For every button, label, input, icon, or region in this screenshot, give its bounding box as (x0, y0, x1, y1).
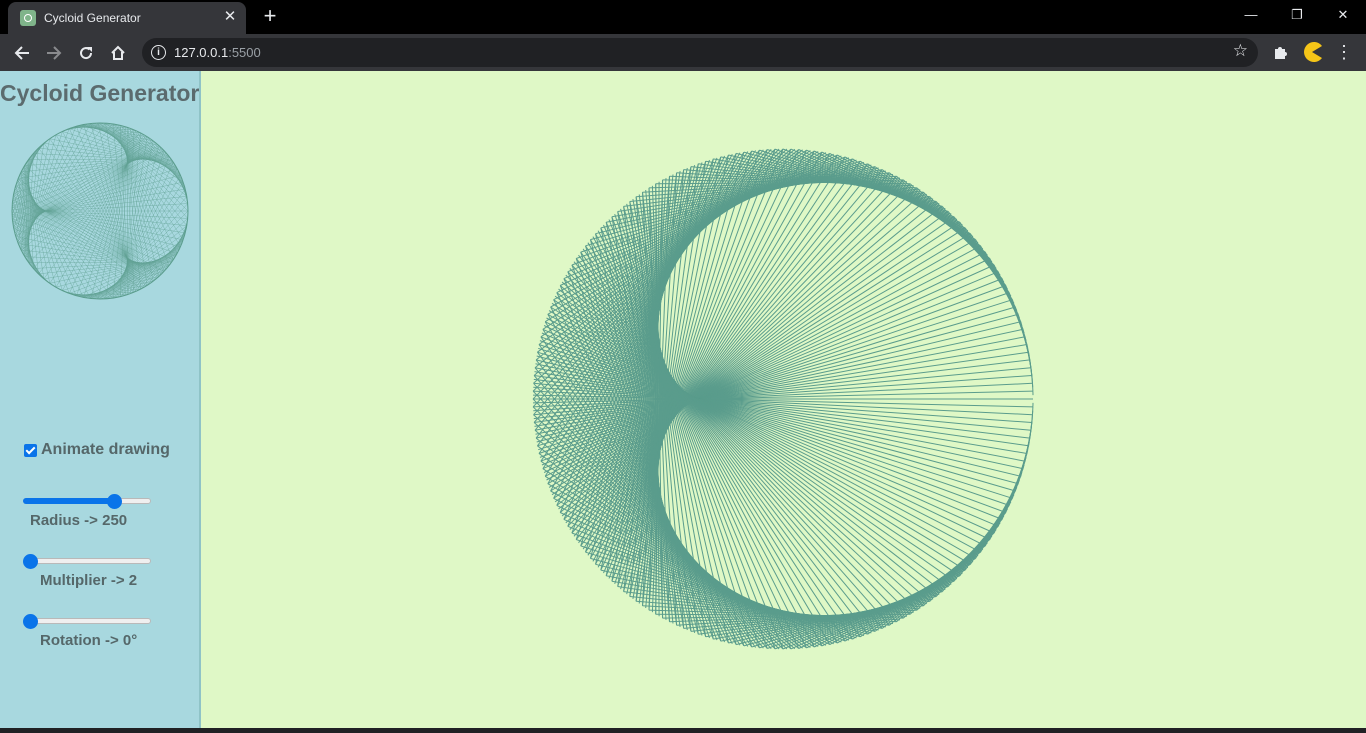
star-icon[interactable]: ☆ (1233, 41, 1248, 61)
multiplier-slider[interactable] (23, 553, 151, 569)
restore-button[interactable]: ❐ (1274, 0, 1320, 30)
favicon-icon (20, 10, 36, 26)
rotation-label: Rotation -> 0° (40, 632, 137, 649)
address-bar[interactable]: i 127.0.0.1:5500 ☆ (142, 38, 1258, 67)
app-title: Cycloid Generator (0, 80, 199, 107)
minimize-button[interactable]: — (1228, 0, 1274, 30)
preview-canvas (10, 121, 190, 301)
url-text[interactable]: 127.0.0.1:5500 (174, 45, 261, 60)
info-icon[interactable]: i (151, 45, 166, 60)
chord-line (543, 469, 818, 647)
preview-chord-line (16, 144, 158, 236)
drawing-canvas[interactable] (201, 71, 1366, 728)
cardioid-drawing (201, 71, 1366, 728)
radius-label: Radius -> 250 (30, 512, 127, 529)
kebab-menu-icon[interactable]: ⋮ (1334, 39, 1354, 65)
browser-toolbar: i 127.0.0.1:5500 ☆ ⋮ (0, 34, 1366, 71)
rotation-slider-track[interactable] (23, 618, 151, 624)
page-content: Cycloid Generator Animate drawing Radius… (0, 71, 1366, 728)
preview-chord-line (164, 228, 186, 272)
preview-chord-line (56, 255, 176, 287)
back-arrow-icon[interactable] (8, 39, 36, 67)
radius-slider-thumb[interactable] (107, 494, 122, 509)
preview-chord-line (12, 215, 163, 273)
preview-chord-line (16, 236, 43, 277)
pacman-avatar-icon[interactable] (1301, 41, 1323, 63)
chord-line (543, 152, 818, 330)
tab-title: Cycloid Generator (44, 11, 141, 25)
preview-chord-line (111, 124, 177, 254)
forward-arrow-icon[interactable] (40, 39, 68, 67)
preview-chord-line (89, 124, 177, 169)
new-tab-button[interactable]: + (258, 5, 282, 29)
animate-label[interactable]: Animate drawing (41, 441, 170, 459)
rotation-slider[interactable] (23, 613, 151, 629)
tab-close-icon[interactable]: ✕ (220, 7, 240, 27)
radius-slider-fill (23, 498, 114, 504)
multiplier-slider-thumb[interactable] (23, 554, 38, 569)
home-icon[interactable] (104, 39, 132, 67)
puzzle-icon[interactable] (1268, 40, 1292, 64)
close-window-button[interactable]: ✕ (1320, 0, 1366, 30)
preview-chord-line (106, 123, 186, 233)
multiplier-label: Multiplier -> 2 (40, 572, 137, 589)
radius-slider[interactable] (23, 493, 151, 509)
multiplier-slider-track[interactable] (23, 558, 151, 564)
browser-titlebar: Cycloid Generator ✕ + — ❐ ✕ (0, 0, 1366, 34)
animate-checkbox[interactable] (24, 444, 37, 457)
preview-chord-line (16, 236, 167, 268)
reload-icon[interactable] (72, 39, 100, 67)
sidebar: Cycloid Generator Animate drawing Radius… (0, 71, 201, 728)
preview-chord-line (13, 200, 36, 271)
preview-chord-line (106, 129, 133, 299)
browser-tab[interactable]: Cycloid Generator ✕ (8, 2, 246, 34)
rotation-slider-thumb[interactable] (23, 614, 38, 629)
